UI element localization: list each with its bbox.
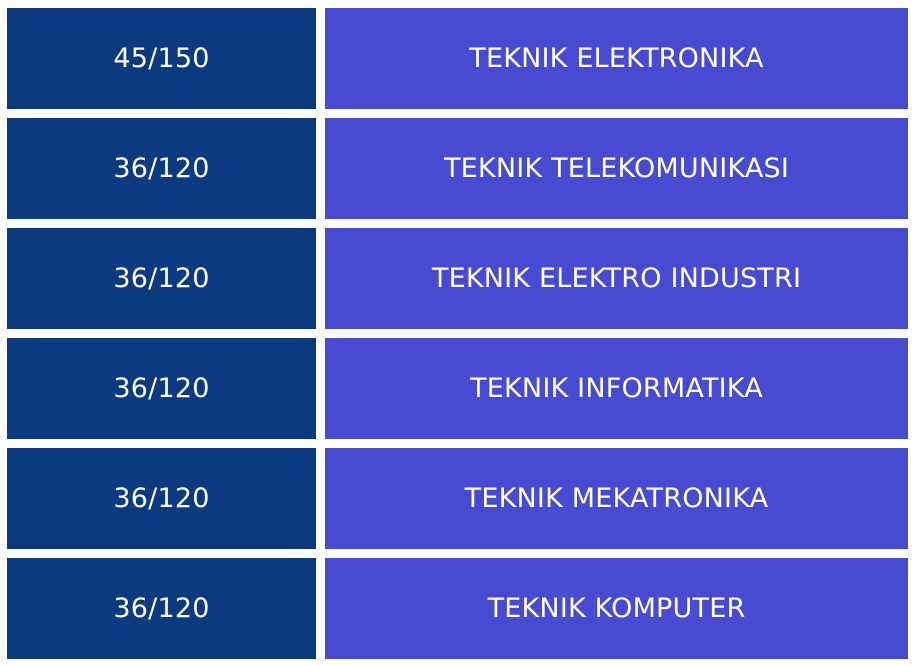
table-row: 36/120 TEKNIK MEKATRONIKA	[7, 448, 908, 549]
quota-cell: 36/120	[7, 228, 316, 329]
table-row: 36/120 TEKNIK INFORMATIKA	[7, 338, 908, 439]
table-row: 45/150 TEKNIK ELEKTRONIKA	[7, 8, 908, 109]
program-name-cell: TEKNIK INFORMATIKA	[325, 338, 908, 439]
quota-cell: 36/120	[7, 338, 316, 439]
program-name-cell: TEKNIK KOMPUTER	[325, 558, 908, 659]
quota-cell: 45/150	[7, 8, 316, 109]
table-row: 36/120 TEKNIK KOMPUTER	[7, 558, 908, 659]
program-quota-table: 45/150 TEKNIK ELEKTRONIKA 36/120 TEKNIK …	[7, 8, 908, 659]
quota-cell: 36/120	[7, 558, 316, 659]
table-row: 36/120 TEKNIK ELEKTRO INDUSTRI	[7, 228, 908, 329]
table-row: 36/120 TEKNIK TELEKOMUNIKASI	[7, 118, 908, 219]
program-name-cell: TEKNIK TELEKOMUNIKASI	[325, 118, 908, 219]
program-name-cell: TEKNIK ELEKTRONIKA	[325, 8, 908, 109]
quota-cell: 36/120	[7, 448, 316, 549]
program-name-cell: TEKNIK MEKATRONIKA	[325, 448, 908, 549]
quota-cell: 36/120	[7, 118, 316, 219]
program-name-cell: TEKNIK ELEKTRO INDUSTRI	[325, 228, 908, 329]
